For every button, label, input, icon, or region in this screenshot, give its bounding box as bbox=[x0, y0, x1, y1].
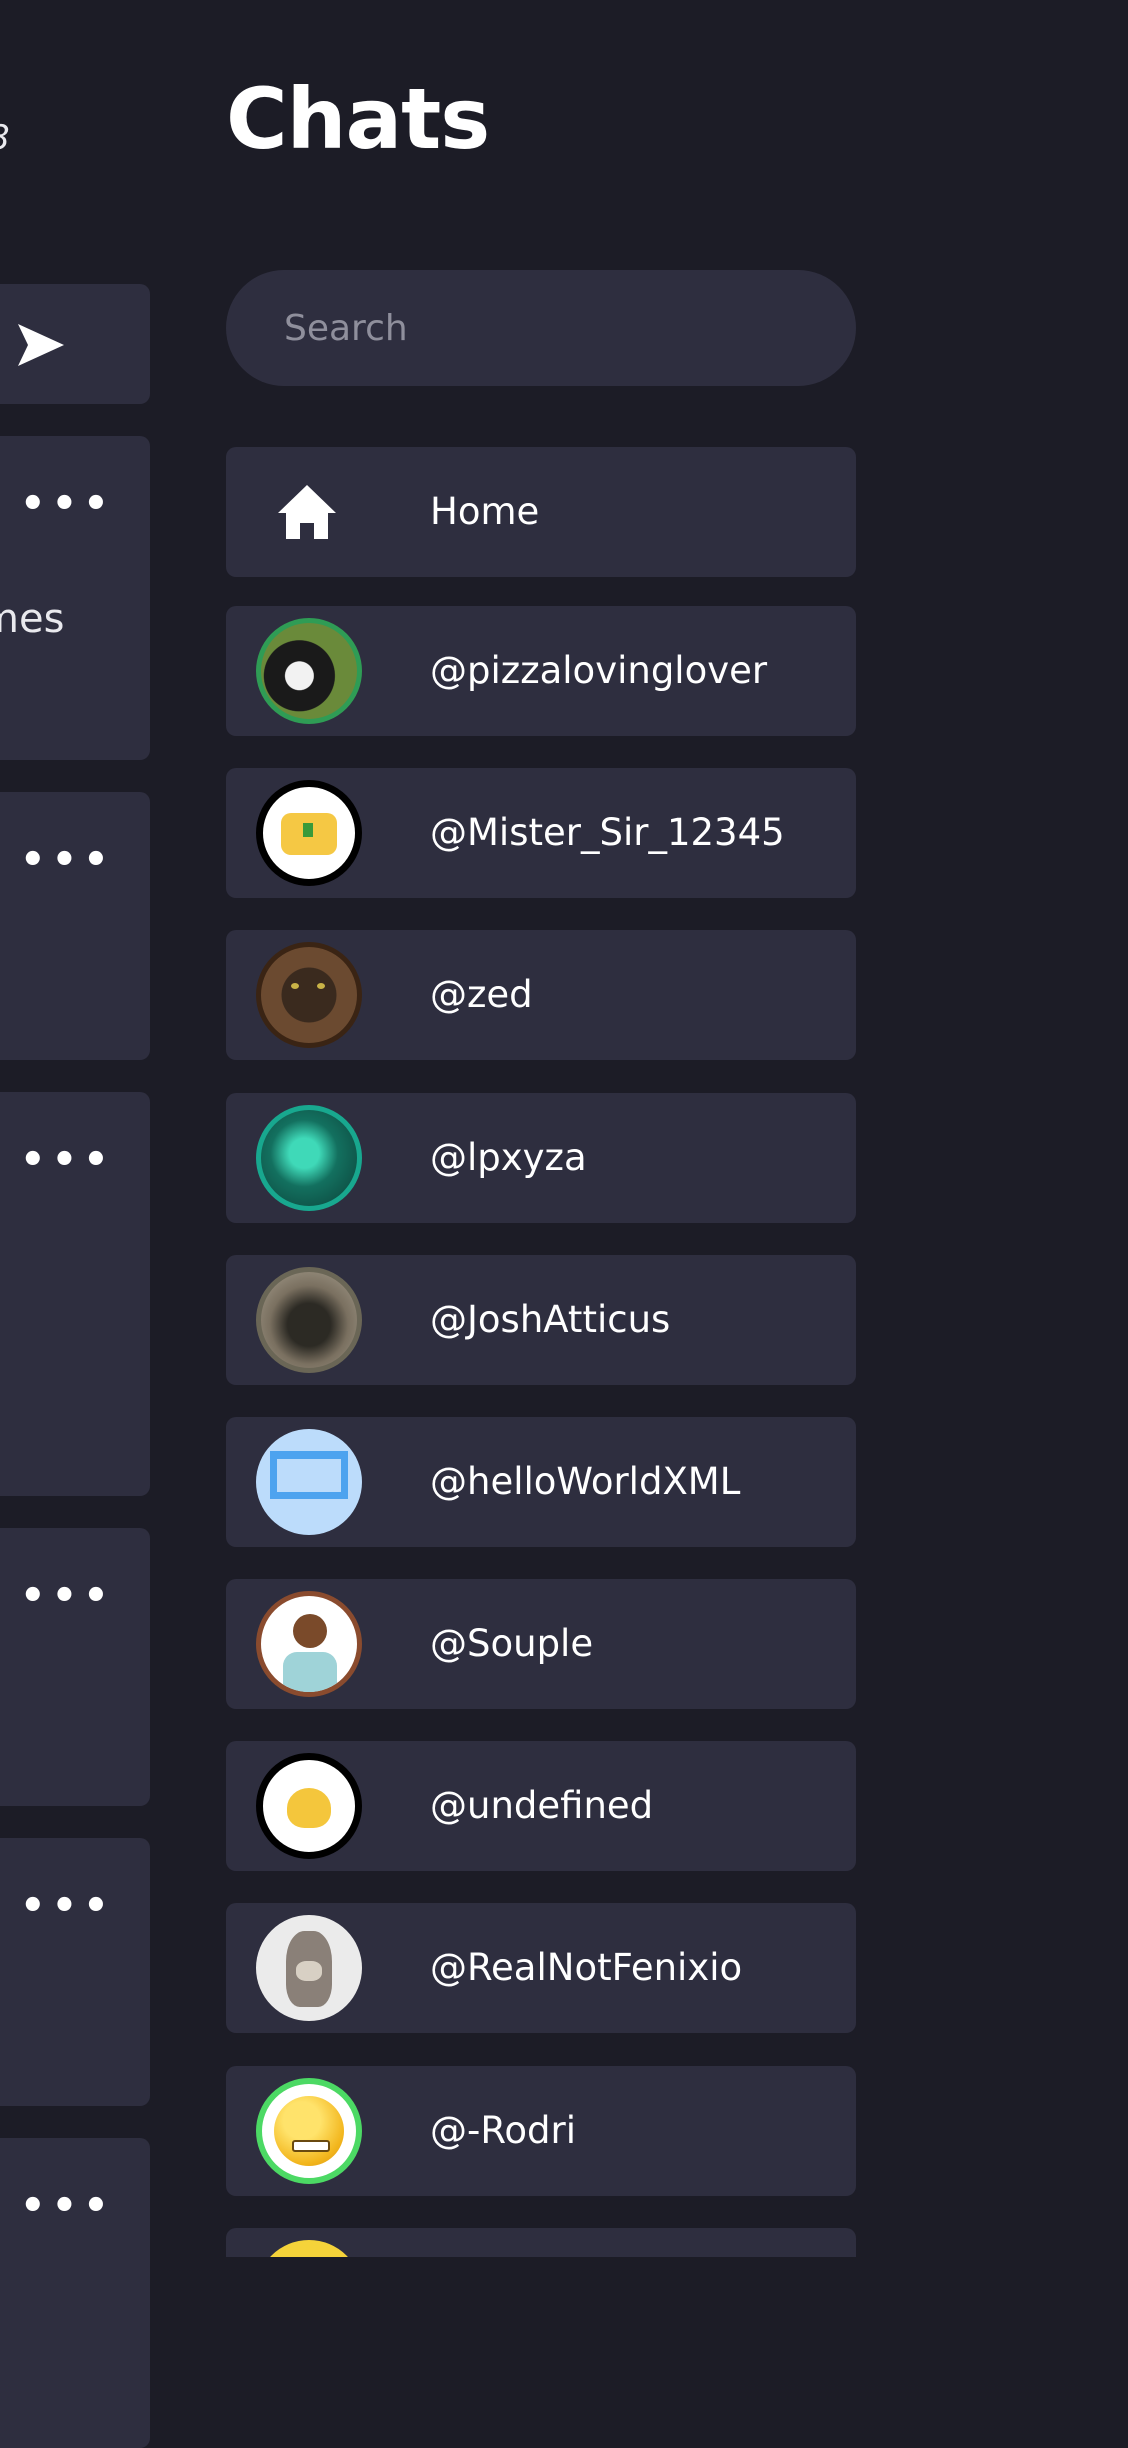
left-time-fragment: 8 bbox=[0, 118, 10, 158]
chat-item[interactable]: @lpxyza bbox=[226, 1093, 856, 1223]
post-card: ••• bbox=[0, 792, 150, 1060]
post-text-fragment: mes bbox=[0, 596, 65, 642]
avatar bbox=[256, 618, 362, 724]
avatar bbox=[256, 942, 362, 1048]
chat-item[interactable]: @JoshAtticus bbox=[226, 1255, 856, 1385]
more-options-icon[interactable]: ••• bbox=[20, 1140, 115, 1180]
chat-item-label: @RealNotFenixio bbox=[430, 1946, 743, 1989]
page-title: Chats bbox=[226, 70, 490, 168]
home-icon bbox=[278, 485, 336, 539]
chat-item[interactable] bbox=[226, 2228, 856, 2257]
more-options-icon[interactable]: ••• bbox=[20, 2186, 115, 2226]
chat-item[interactable]: @helloWorldXML bbox=[226, 1417, 856, 1547]
chat-item[interactable]: @RealNotFenixio bbox=[226, 1903, 856, 2033]
avatar bbox=[256, 1267, 362, 1373]
avatar bbox=[256, 1105, 362, 1211]
chat-item-label: @pizzalovinglover bbox=[430, 649, 768, 692]
avatar bbox=[256, 2240, 362, 2257]
chat-item[interactable]: @Souple bbox=[226, 1579, 856, 1709]
post-card: ••• mes bbox=[0, 436, 150, 760]
post-card: ••• bbox=[0, 1528, 150, 1806]
chat-item[interactable]: @undefined bbox=[226, 1741, 856, 1871]
chat-item[interactable]: @Mister_Sir_12345 bbox=[226, 768, 856, 898]
left-feed-panel: 8 ••• mes ••• ••• ••• ••• ••• bbox=[0, 0, 152, 2448]
chat-item-label: @JoshAtticus bbox=[430, 1298, 671, 1341]
chat-item[interactable]: @pizzalovinglover bbox=[226, 606, 856, 736]
chat-item-label: Home bbox=[430, 490, 540, 533]
avatar bbox=[256, 1915, 362, 2021]
chat-item-label: @Mister_Sir_12345 bbox=[430, 811, 785, 854]
avatar bbox=[256, 1753, 362, 1859]
chat-item[interactable]: @-Rodri bbox=[226, 2066, 856, 2196]
post-card: ••• bbox=[0, 2138, 150, 2448]
search-input[interactable] bbox=[226, 270, 856, 386]
chat-item-label: @-Rodri bbox=[430, 2109, 577, 2152]
more-options-icon[interactable]: ••• bbox=[20, 484, 115, 524]
chat-item-label: @lpxyza bbox=[430, 1136, 587, 1179]
chat-item-home[interactable]: Home bbox=[226, 447, 856, 577]
more-options-icon[interactable]: ••• bbox=[20, 1886, 115, 1926]
send-icon bbox=[18, 324, 64, 366]
post-card: ••• bbox=[0, 1838, 150, 2106]
more-options-icon[interactable]: ••• bbox=[20, 1576, 115, 1616]
chat-item-label: @undefined bbox=[430, 1784, 654, 1827]
avatar bbox=[256, 2078, 362, 2184]
chat-list: Home @pizzalovinglover @Mister_Sir_12345… bbox=[226, 447, 856, 2257]
post-card: ••• bbox=[0, 1092, 150, 1496]
avatar bbox=[256, 780, 362, 886]
avatar bbox=[256, 1591, 362, 1697]
avatar bbox=[256, 1429, 362, 1535]
send-button[interactable] bbox=[0, 284, 150, 404]
chat-item-label: @zed bbox=[430, 973, 533, 1016]
chat-item-label: @helloWorldXML bbox=[430, 1460, 741, 1503]
more-options-icon[interactable]: ••• bbox=[20, 840, 115, 880]
chat-item-label: @Souple bbox=[430, 1622, 594, 1665]
chat-item[interactable]: @zed bbox=[226, 930, 856, 1060]
